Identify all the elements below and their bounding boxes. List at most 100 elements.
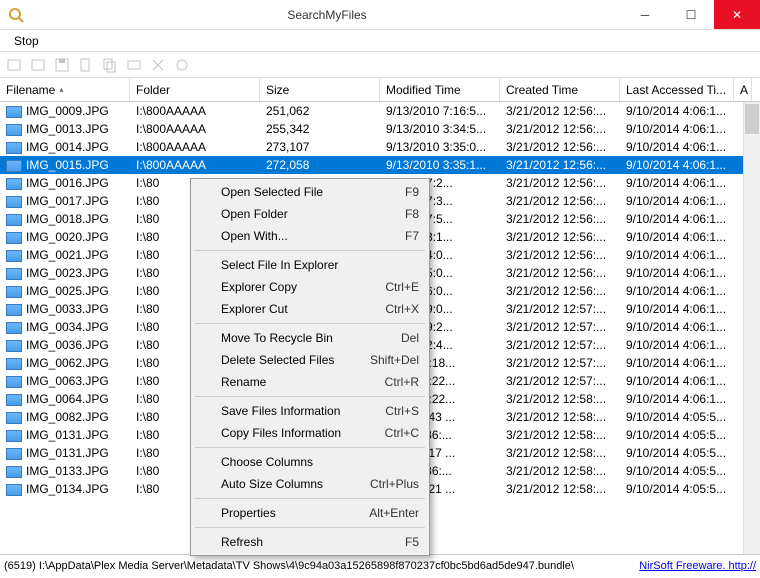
cell-created: 3/21/2012 12:58:...: [500, 428, 620, 442]
cell-filename: IMG_0131.JPG: [0, 428, 130, 442]
image-file-icon: [6, 106, 22, 118]
cell-created: 3/21/2012 12:58:...: [500, 464, 620, 478]
minimize-button[interactable]: ─: [622, 0, 668, 29]
context-menu-label: Rename: [221, 375, 266, 389]
column-header-attr[interactable]: A: [734, 78, 752, 101]
context-menu-item[interactable]: Choose Columns: [193, 451, 427, 473]
cell-filename: IMG_0021.JPG: [0, 248, 130, 262]
cell-accessed: 9/10/2014 4:06:1...: [620, 104, 734, 118]
cell-folder: I:\800AAAAA: [130, 140, 260, 154]
image-file-icon: [6, 412, 22, 424]
context-menu-separator: [195, 447, 425, 448]
context-menu-separator: [195, 498, 425, 499]
toolbar-btn-8[interactable]: [172, 55, 192, 75]
context-menu-item[interactable]: Auto Size ColumnsCtrl+Plus: [193, 473, 427, 495]
cell-filename: IMG_0064.JPG: [0, 392, 130, 406]
file-row[interactable]: IMG_0009.JPGI:\800AAAAA251,0629/13/2010 …: [0, 102, 760, 120]
context-menu-item[interactable]: Select File In Explorer: [193, 254, 427, 276]
context-menu-shortcut: Alt+Enter: [369, 506, 419, 520]
context-menu-item[interactable]: Open FolderF8: [193, 203, 427, 225]
toolbar-btn-4[interactable]: [76, 55, 96, 75]
context-menu-item[interactable]: Copy Files InformationCtrl+C: [193, 422, 427, 444]
context-menu-item[interactable]: Refresh F5: [193, 531, 427, 553]
toolbar-btn-save[interactable]: [52, 55, 72, 75]
cell-created: 3/21/2012 12:56:...: [500, 248, 620, 262]
context-menu-item[interactable]: Move To Recycle Bin Del: [193, 327, 427, 349]
vertical-scrollbar[interactable]: [743, 102, 760, 554]
window-controls: ─ ☐ ✕: [622, 0, 760, 29]
file-row[interactable]: IMG_0014.JPGI:\800AAAAA273,1079/13/2010 …: [0, 138, 760, 156]
cell-accessed: 9/10/2014 4:06:1...: [620, 320, 734, 334]
titlebar: SearchMyFiles ─ ☐ ✕: [0, 0, 760, 30]
image-file-icon: [6, 268, 22, 280]
cell-accessed: 9/10/2014 4:06:1...: [620, 194, 734, 208]
image-file-icon: [6, 124, 22, 136]
status-link[interactable]: NirSoft Freeware. http://: [639, 560, 756, 572]
file-row[interactable]: IMG_0015.JPGI:\800AAAAA272,0589/13/2010 …: [0, 156, 760, 174]
toolbar-btn-2[interactable]: [28, 55, 48, 75]
cell-created: 3/21/2012 12:57:...: [500, 302, 620, 316]
cell-filename: IMG_0133.JPG: [0, 464, 130, 478]
image-file-icon: [6, 304, 22, 316]
cell-accessed: 9/10/2014 4:06:1...: [620, 176, 734, 190]
column-header-accessed[interactable]: Last Accessed Ti...: [620, 78, 734, 101]
cell-filename: IMG_0034.JPG: [0, 320, 130, 334]
app-icon: [8, 7, 24, 23]
close-button[interactable]: ✕: [714, 0, 760, 29]
cell-filename: IMG_0018.JPG: [0, 212, 130, 226]
toolbar-btn-6[interactable]: [124, 55, 144, 75]
cell-folder: I:\800AAAAA: [130, 158, 260, 172]
image-file-icon: [6, 430, 22, 442]
context-menu-label: Select File In Explorer: [221, 258, 338, 272]
cell-created: 3/21/2012 12:56:...: [500, 176, 620, 190]
cell-size: 255,342: [260, 122, 380, 136]
context-menu-separator: [195, 396, 425, 397]
context-menu-item[interactable]: PropertiesAlt+Enter: [193, 502, 427, 524]
file-row[interactable]: IMG_0013.JPGI:\800AAAAA255,3429/13/2010 …: [0, 120, 760, 138]
status-path: (6519) I:\AppData\Plex Media Server\Meta…: [4, 560, 639, 572]
cell-filename: IMG_0082.JPG: [0, 410, 130, 424]
context-menu-label: Refresh: [221, 535, 263, 549]
context-menu-label: Open Folder: [221, 207, 288, 221]
cell-folder: I:\800AAAAA: [130, 122, 260, 136]
cell-modified: 9/13/2010 7:16:5...: [380, 104, 500, 118]
cell-created: 3/21/2012 12:57:...: [500, 320, 620, 334]
column-header-modified[interactable]: Modified Time: [380, 78, 500, 101]
context-menu-shortcut: Ctrl+X: [385, 302, 419, 316]
column-header-created[interactable]: Created Time: [500, 78, 620, 101]
cell-accessed: 9/10/2014 4:06:1...: [620, 248, 734, 262]
context-menu-item[interactable]: Explorer CutCtrl+X: [193, 298, 427, 320]
cell-accessed: 9/10/2014 4:06:1...: [620, 140, 734, 154]
context-menu-item[interactable]: Open Selected FileF9: [193, 181, 427, 203]
context-menu-shortcut: F5: [405, 535, 419, 549]
context-menu-label: Save Files Information: [221, 404, 340, 418]
image-file-icon: [6, 286, 22, 298]
image-file-icon: [6, 376, 22, 388]
cell-filename: IMG_0033.JPG: [0, 302, 130, 316]
context-menu-item[interactable]: Save Files InformationCtrl+S: [193, 400, 427, 422]
column-header-folder[interactable]: Folder: [130, 78, 260, 101]
context-menu-separator: [195, 323, 425, 324]
cell-filename: IMG_0134.JPG: [0, 482, 130, 496]
context-menu-item[interactable]: RenameCtrl+R: [193, 371, 427, 393]
cell-accessed: 9/10/2014 4:06:1...: [620, 122, 734, 136]
toolbar-btn-1[interactable]: [4, 55, 24, 75]
toolbar-btn-7[interactable]: [148, 55, 168, 75]
cell-created: 3/21/2012 12:56:...: [500, 230, 620, 244]
cell-created: 3/21/2012 12:57:...: [500, 356, 620, 370]
context-menu-shortcut: Del: [401, 331, 419, 345]
context-menu-shortcut: Ctrl+E: [385, 280, 419, 294]
toolbar-btn-copy[interactable]: [100, 55, 120, 75]
menu-stop[interactable]: Stop: [6, 32, 47, 50]
column-header-size[interactable]: Size: [260, 78, 380, 101]
maximize-button[interactable]: ☐: [668, 0, 714, 29]
scroll-thumb[interactable]: [745, 104, 759, 134]
context-menu-item[interactable]: Explorer CopyCtrl+E: [193, 276, 427, 298]
window-title: SearchMyFiles: [32, 8, 622, 22]
context-menu-item[interactable]: Open With...F7: [193, 225, 427, 247]
cell-filename: IMG_0036.JPG: [0, 338, 130, 352]
column-header-filename[interactable]: Filename: [0, 78, 130, 101]
context-menu-item[interactable]: Delete Selected FilesShift+Del: [193, 349, 427, 371]
cell-accessed: 9/10/2014 4:06:1...: [620, 158, 734, 172]
context-menu-label: Move To Recycle Bin: [221, 331, 333, 345]
